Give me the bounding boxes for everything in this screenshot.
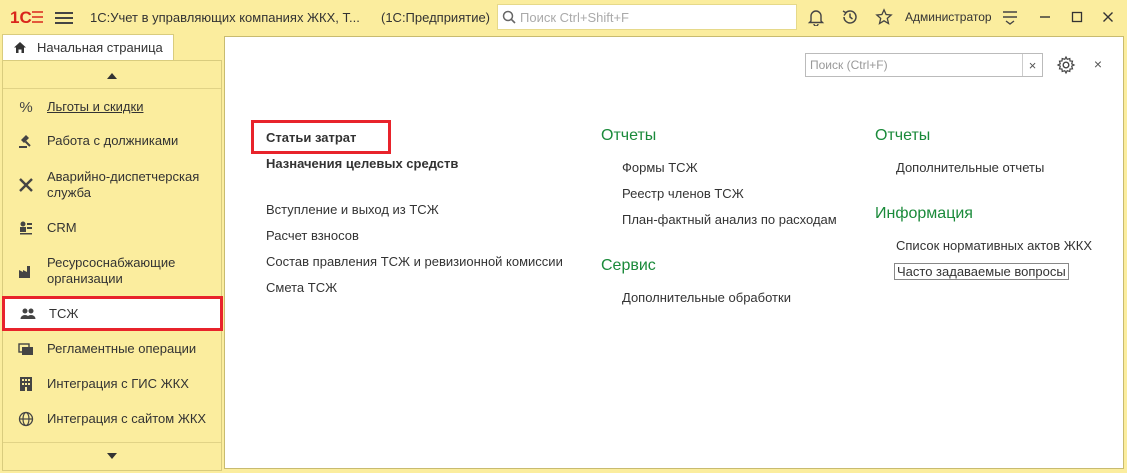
tab-home[interactable]: Начальная страница: [2, 34, 174, 60]
sidebar-item-suppliers[interactable]: Ресурсоснабжающие организации: [3, 251, 221, 291]
link-expense-items[interactable]: Статьи затрат: [266, 130, 356, 145]
heading-reports-2: Отчеты: [875, 127, 931, 144]
chevron-down-icon: [107, 452, 117, 459]
sidebar-item-label: Интеграция с сайтом ЖКХ: [47, 411, 207, 426]
sidebar-item-emergency[interactable]: Аварийно-диспетчерская служба: [3, 165, 221, 205]
sidebar-item-debtors[interactable]: Работа с должниками: [3, 129, 221, 153]
home-icon: [14, 42, 26, 53]
heading-info: Информация: [875, 205, 973, 222]
global-search[interactable]: [497, 4, 797, 30]
1c-logo-icon: 1С: [10, 8, 43, 26]
clear-search-icon[interactable]: ×: [1022, 54, 1042, 76]
bell-icon[interactable]: [806, 7, 826, 27]
link-membership[interactable]: Вступление и выход из ТСЖ: [266, 202, 439, 217]
maximize-icon[interactable]: [1067, 7, 1087, 27]
user-name[interactable]: Администратор: [905, 10, 992, 24]
title-bar: 1С 1С:Учет в управляющих компаниях ЖКХ, …: [0, 0, 1127, 34]
link-faq[interactable]: Часто задаваемые вопросы: [894, 263, 1069, 280]
crm-icon: [17, 219, 35, 237]
gavel-icon: [17, 132, 35, 150]
svg-text:1С: 1С: [10, 8, 32, 26]
sidebar-item-gis[interactable]: Интеграция с ГИС ЖКХ: [3, 372, 221, 396]
section-search[interactable]: ×: [805, 53, 1043, 77]
link-budget[interactable]: Смета ТСЖ: [266, 280, 337, 295]
people-icon: [19, 305, 37, 323]
link-registry[interactable]: Реестр членов ТСЖ: [622, 186, 744, 201]
link-fee-calc[interactable]: Расчет взносов: [266, 228, 359, 243]
tab-home-label: Начальная страница: [37, 40, 163, 55]
history-icon[interactable]: [840, 7, 860, 27]
sidebar-item-label: ТСЖ: [49, 305, 79, 321]
heading-reports: Отчеты: [601, 127, 657, 144]
settings-menu-icon[interactable]: [1000, 7, 1020, 27]
app-name: (1С:Предприятие): [381, 10, 491, 25]
sidebar-item-label: Работа с должниками: [47, 133, 179, 148]
sidebar-item-label: Интеграция с ГИС ЖКХ: [47, 376, 189, 391]
minimize-icon[interactable]: [1035, 7, 1055, 27]
global-search-input[interactable]: [520, 9, 790, 25]
sidebar-item-benefits[interactable]: % Льготы и скидки: [3, 95, 221, 119]
link-plan-fact[interactable]: План-фактный анализ по расходам: [622, 212, 837, 227]
link-board[interactable]: Состав правления ТСЖ и ревизионной комис…: [266, 254, 563, 269]
link-extra-processing[interactable]: Дополнительные обработки: [622, 290, 791, 305]
sidebar-item-site[interactable]: Интеграция с сайтом ЖКХ: [3, 407, 221, 431]
main-panel: × × Статьи затрат Назначения целевых сре…: [224, 36, 1124, 469]
globe-icon: [17, 410, 35, 428]
sidebar-item-tszh[interactable]: ТСЖ: [2, 296, 223, 331]
heading-service: Сервис: [601, 257, 656, 274]
sidebar-item-label: Аварийно-диспетчерская служба: [47, 169, 200, 200]
percent-icon: %: [19, 98, 33, 116]
sidebar-item-label: Ресурсоснабжающие организации: [47, 255, 176, 286]
link-normative-acts[interactable]: Список нормативных актов ЖКХ: [896, 238, 1092, 253]
sidebar-item-label: Регламентные операции: [47, 341, 197, 356]
link-forms[interactable]: Формы ТСЖ: [622, 160, 698, 175]
close-window-icon[interactable]: [1098, 7, 1118, 27]
tools-icon: [17, 176, 35, 194]
building-icon: [17, 375, 35, 393]
menu-icon[interactable]: [55, 9, 73, 25]
factory-icon: [17, 262, 35, 280]
link-extra-reports[interactable]: Дополнительные отчеты: [896, 160, 1044, 175]
section-search-input[interactable]: [806, 58, 1020, 72]
operations-icon: [17, 340, 35, 358]
sidebar-scroll-down[interactable]: [3, 442, 221, 468]
search-icon: [502, 10, 516, 24]
link-targeted-funds[interactable]: Назначения целевых средств: [266, 156, 458, 171]
gear-icon[interactable]: [1056, 55, 1076, 75]
window-title: 1С:Учет в управляющих компаниях ЖКХ, Т..…: [90, 10, 360, 25]
star-icon[interactable]: [874, 7, 894, 27]
sidebar-item-operations[interactable]: Регламентные операции: [3, 337, 221, 361]
sidebar-item-label: Льготы и скидки: [47, 99, 144, 114]
sidebar-item-label: CRM: [47, 220, 77, 235]
close-icon[interactable]: ×: [1090, 56, 1106, 74]
chevron-up-icon: [107, 72, 117, 79]
sidebar-item-crm[interactable]: CRM: [3, 216, 221, 240]
sidebar: % Льготы и скидки Работа с должниками Ав…: [2, 60, 223, 471]
sidebar-scroll-up[interactable]: [3, 63, 221, 89]
